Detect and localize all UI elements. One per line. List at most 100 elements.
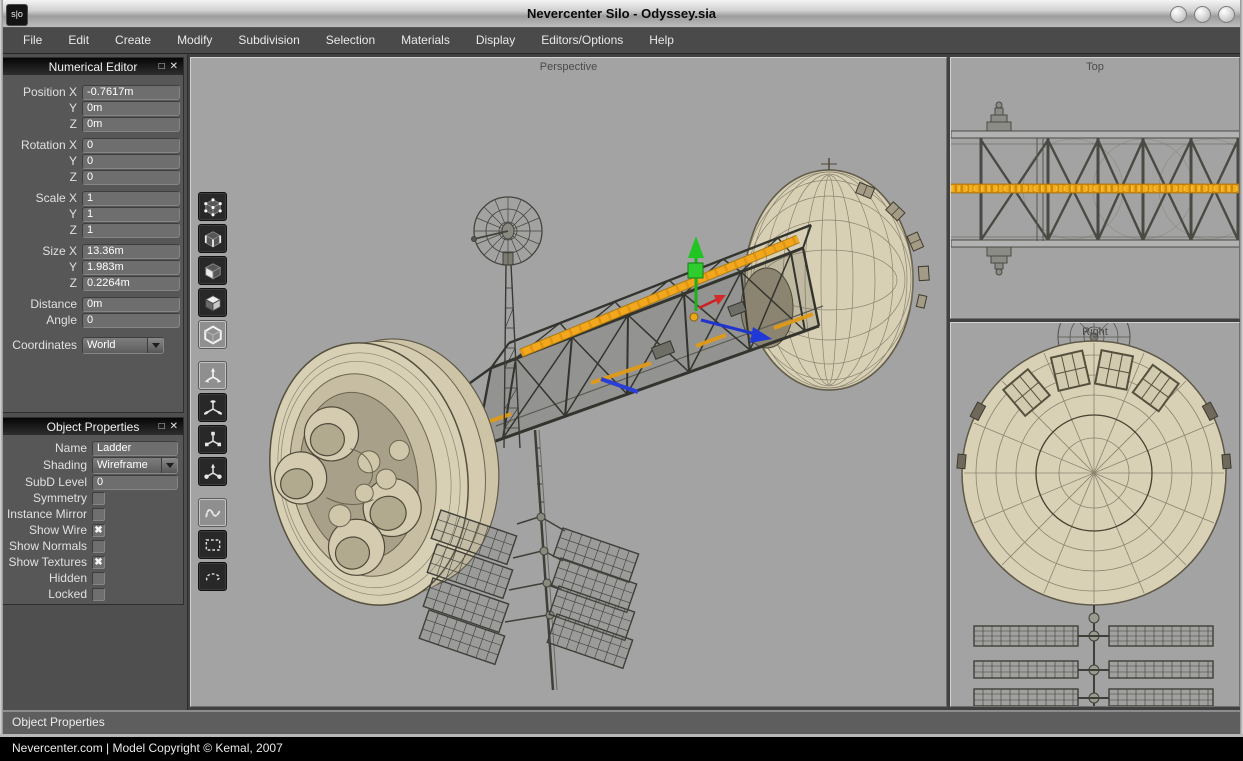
menu-edit[interactable]: Edit xyxy=(55,28,102,53)
show-wire-label: Show Wire xyxy=(3,523,87,537)
menu-bar: File Edit Create Modify Subdivision Sele… xyxy=(0,28,1243,54)
silo-app-window: s|o Nevercenter Silo - Odyssey.sia File … xyxy=(0,0,1243,761)
minimize-button[interactable] xyxy=(1170,6,1187,23)
move-tool-icon[interactable] xyxy=(198,361,227,390)
field-label: Y xyxy=(3,260,77,274)
subd-level-label: SubD Level xyxy=(3,475,87,489)
field-label: Z xyxy=(3,276,77,290)
rotation-z-input[interactable]: 0 xyxy=(82,170,180,185)
top-viewport[interactable]: Top xyxy=(950,57,1240,319)
menu-help[interactable]: Help xyxy=(636,28,687,53)
menu-subdivision[interactable]: Subdivision xyxy=(225,28,312,53)
numerical-editor-panel: Numerical Editor □ ✕ Position X-0.7617m … xyxy=(2,57,184,413)
field-label: Scale X xyxy=(3,191,77,205)
field-label: Z xyxy=(3,223,77,237)
menu-display[interactable]: Display xyxy=(463,28,528,53)
show-textures-label: Show Textures xyxy=(3,555,87,569)
size-z-input[interactable]: 0.2264m xyxy=(82,276,180,291)
multi-mode-icon[interactable] xyxy=(198,320,227,349)
shading-value: Wireframe xyxy=(93,458,161,473)
field-label: Angle xyxy=(3,313,77,327)
panel-close-icon[interactable]: ✕ xyxy=(170,419,178,434)
menu-create[interactable]: Create xyxy=(102,28,164,53)
show-normals-checkbox[interactable] xyxy=(92,540,105,553)
size-x-input[interactable]: 13.36m xyxy=(82,244,180,259)
show-textures-checkbox[interactable]: ✖ xyxy=(92,556,105,569)
face-mode-icon[interactable] xyxy=(198,256,227,285)
status-text: Object Properties xyxy=(12,715,105,729)
right-scene xyxy=(951,323,1240,707)
field-label: Size X xyxy=(3,244,77,258)
rotate-tool-icon[interactable] xyxy=(198,393,227,422)
angle-input[interactable]: 0 xyxy=(82,313,180,328)
scale-x-input[interactable]: 1 xyxy=(82,191,180,206)
shading-dropdown[interactable]: Wireframe xyxy=(92,457,178,474)
menu-selection[interactable]: Selection xyxy=(313,28,388,53)
rotation-x-input[interactable]: 0 xyxy=(82,138,180,153)
field-label: Y xyxy=(3,154,77,168)
menu-modify[interactable]: Modify xyxy=(164,28,225,53)
field-label: Z xyxy=(3,170,77,184)
top-viewport-label: Top xyxy=(951,61,1239,73)
field-label: Y xyxy=(3,101,77,115)
show-wire-checkbox[interactable]: ✖ xyxy=(92,524,105,537)
object-properties-title: Object Properties xyxy=(3,420,183,434)
panel-close-icon[interactable]: ✕ xyxy=(170,59,178,74)
position-y-input[interactable]: 0m xyxy=(82,101,180,116)
distance-input[interactable]: 0m xyxy=(82,297,180,312)
instance-mirror-label: Instance Mirror xyxy=(3,507,87,521)
object-mode-icon[interactable] xyxy=(198,288,227,317)
scale-y-input[interactable]: 1 xyxy=(82,207,180,222)
perspective-viewport[interactable]: Perspective xyxy=(190,57,947,707)
dropdown-arrow-icon[interactable] xyxy=(147,338,163,353)
locked-checkbox[interactable] xyxy=(92,588,105,601)
title-bar: s|o Nevercenter Silo - Odyssey.sia xyxy=(0,0,1243,28)
footer-text: Nevercenter.com | Model Copyright © Kema… xyxy=(12,741,283,755)
panel-minimize-icon[interactable]: □ xyxy=(159,59,165,74)
menu-editors-options[interactable]: Editors/Options xyxy=(528,28,636,53)
coordinates-label: Coordinates xyxy=(3,338,77,352)
perspective-scene xyxy=(191,58,947,707)
right-viewport-label: Right xyxy=(951,326,1239,338)
hidden-checkbox[interactable] xyxy=(92,572,105,585)
rotation-y-input[interactable]: 0 xyxy=(82,154,180,169)
name-label: Name xyxy=(3,441,87,455)
panel-minimize-icon[interactable]: □ xyxy=(159,419,165,434)
position-x-input[interactable]: -0.7617m xyxy=(82,85,180,100)
instance-mirror-checkbox[interactable] xyxy=(92,508,105,521)
window-title: Nevercenter Silo - Odyssey.sia xyxy=(0,0,1243,28)
position-z-input[interactable]: 0m xyxy=(82,117,180,132)
universal-manipulator-icon[interactable] xyxy=(198,457,227,486)
edge-mode-icon[interactable] xyxy=(198,224,227,253)
status-bar: Object Properties xyxy=(0,710,1243,734)
shading-label: Shading xyxy=(3,458,87,472)
object-properties-header: Object Properties □ ✕ xyxy=(3,418,183,435)
coordinates-dropdown[interactable]: World xyxy=(82,337,164,354)
dropdown-arrow-icon[interactable] xyxy=(161,458,177,473)
viewport-toolbar xyxy=(198,192,227,594)
right-viewport[interactable]: Right xyxy=(950,322,1240,707)
numerical-editor-title: Numerical Editor xyxy=(3,60,183,74)
paint-select-icon[interactable] xyxy=(198,498,227,527)
field-label: Y xyxy=(3,207,77,221)
name-input[interactable]: Ladder xyxy=(92,441,178,456)
close-button[interactable] xyxy=(1218,6,1235,23)
vertex-mode-icon[interactable] xyxy=(198,192,227,221)
object-properties-panel: Object Properties □ ✕ Name Ladder Shading… xyxy=(2,417,184,605)
size-y-input[interactable]: 1.983m xyxy=(82,260,180,275)
perspective-viewport-label: Perspective xyxy=(191,61,946,73)
rect-select-icon[interactable] xyxy=(198,530,227,559)
window-frame-left xyxy=(0,0,3,737)
subd-level-input[interactable]: 0 xyxy=(92,475,178,490)
scale-tool-icon[interactable] xyxy=(198,425,227,454)
menu-materials[interactable]: Materials xyxy=(388,28,463,53)
scale-z-input[interactable]: 1 xyxy=(82,223,180,238)
lasso-select-icon[interactable] xyxy=(198,562,227,591)
coordinates-value: World xyxy=(83,338,147,353)
show-normals-label: Show Normals xyxy=(3,539,87,553)
menu-file[interactable]: File xyxy=(10,28,55,53)
footer-bar: Nevercenter.com | Model Copyright © Kema… xyxy=(0,737,1243,761)
maximize-button[interactable] xyxy=(1194,6,1211,23)
symmetry-checkbox[interactable] xyxy=(92,492,105,505)
field-label: Distance xyxy=(3,297,77,311)
